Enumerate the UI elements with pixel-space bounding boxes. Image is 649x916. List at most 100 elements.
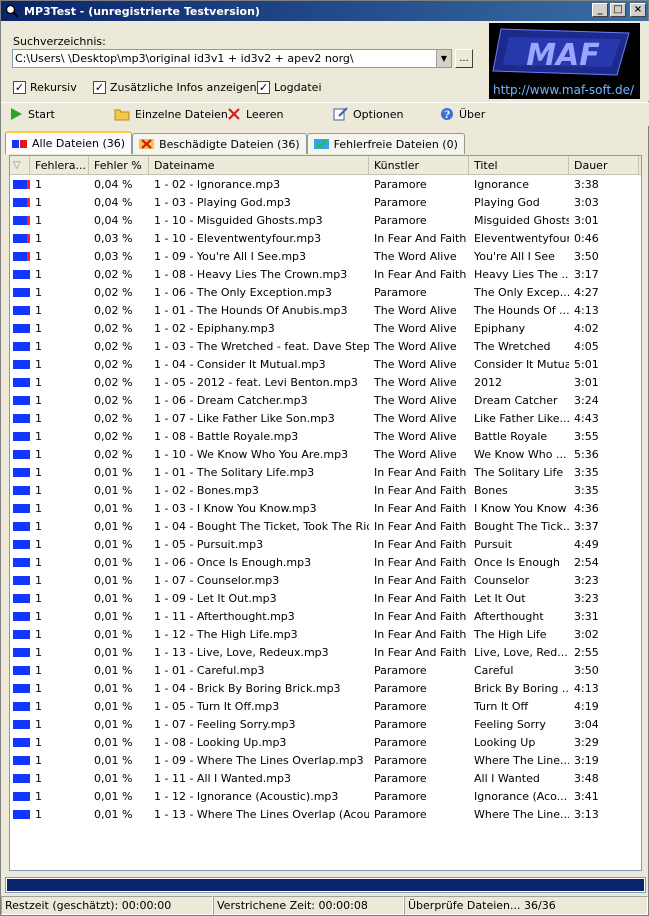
browse-button[interactable]: ... [455,49,473,68]
column-header-artist[interactable]: Künstler [369,156,469,175]
progress-fill [7,879,644,891]
table-row[interactable]: 1 0,04 % 1 - 10 - Misguided Ghosts.mp3 Para… [10,211,641,229]
table-row[interactable]: 1 0,01 % 1 - 11 - All I Wanted.mp3 Paramore… [10,769,641,787]
cell-error-percent: 0,01 % [94,645,133,659]
table-row[interactable]: 1 0,04 % 1 - 02 - Ignorance.mp3 Paramore Ign… [10,175,641,193]
cell-duration: 4:19 [574,699,599,713]
table-row[interactable]: 1 0,01 % 1 - 11 - Afterthought.mp3 In Fear … [10,607,641,625]
cell-duration: 3:23 [574,573,599,587]
column-header-duration[interactable]: Dauer [569,156,639,175]
table-row[interactable]: 1 0,02 % 1 - 04 - Consider It Mutual.mp3 Th… [10,355,641,373]
column-header-error-count[interactable]: Fehlera... [30,156,89,175]
file-list-grid[interactable]: ▽ Fehlera... Fehler % Dateiname Künstler… [9,155,642,871]
table-row[interactable]: 1 0,02 % 1 - 08 - Battle Royale.mp3 The Wor… [10,427,641,445]
cell-error-count: 1 [35,249,42,263]
tab-error-free-files[interactable]: Fehlerfreie Dateien (0) [306,133,465,154]
maf-logo: MAF [492,28,630,76]
table-row[interactable]: 1 0,01 % 1 - 01 - Careful.mp3 Paramore Caref… [10,661,641,679]
close-button[interactable]: × [630,3,646,17]
table-row[interactable]: 1 0,01 % 1 - 09 - Where The Lines Overlap.… [10,751,641,769]
table-row[interactable]: 1 0,01 % 1 - 12 - The High Life.mp3 In Fear… [10,625,641,643]
cell-duration: 3:01 [574,213,599,227]
table-row[interactable]: 1 0,01 % 1 - 07 - Counselor.mp3 In Fear And… [10,571,641,589]
cell-artist: In Fear And Faith [374,627,467,641]
row-status-cell [10,463,30,481]
table-row[interactable]: 1 0,01 % 1 - 13 - Where The Lines Overlap … [10,805,641,823]
cell-error-percent: 0,02 % [94,339,133,353]
cell-duration: 4:02 [574,321,599,335]
column-header-filename[interactable]: Dateiname [149,156,369,175]
cell-duration: 0:46 [574,231,599,245]
cell-title: I Know You Know [474,501,567,515]
cell-error-count: 1 [35,213,42,227]
table-row[interactable]: 1 0,01 % 1 - 07 - Feeling Sorry.mp3 Paramor… [10,715,641,733]
search-path-value[interactable]: C:\Users\ \Desktop\mp3\original id3v1 + … [13,52,436,65]
cell-duration: 3:17 [574,267,599,281]
table-row[interactable]: 1 0,02 % 1 - 02 - Epiphany.mp3 The Word Ali… [10,319,641,337]
clear-button[interactable]: Leeren [227,107,284,121]
table-row[interactable]: 1 0,02 % 1 - 07 - Like Father Like Son.mp3… [10,409,641,427]
recursive-checkbox[interactable]: ✓ Rekursiv [13,81,77,94]
table-row[interactable]: 1 0,01 % 1 - 02 - Bones.mp3 In Fear And Fai… [10,481,641,499]
table-row[interactable]: 1 0,02 % 1 - 10 - We Know Who You Are.mp3 T… [10,445,641,463]
logfile-checkbox[interactable]: ✓ Logdatei [257,81,322,94]
table-row[interactable]: 1 0,01 % 1 - 05 - Turn It Off.mp3 Paramore T… [10,697,641,715]
cell-error-percent: 0,02 % [94,267,133,281]
checkbox-check-icon[interactable]: ✓ [93,81,106,94]
column-header-error-percent[interactable]: Fehler % [89,156,149,175]
table-row[interactable]: 1 0,01 % 1 - 05 - Pursuit.mp3 In Fear And F… [10,535,641,553]
table-row[interactable]: 1 0,02 % 1 - 08 - Heavy Lies The Crown.mp3… [10,265,641,283]
cell-error-count: 1 [35,483,42,497]
about-button[interactable]: ? Über [440,107,485,121]
chevron-down-icon[interactable]: ▼ [436,50,451,67]
sort-indicator-icon[interactable]: ▽ [10,156,30,175]
minimize-button[interactable]: _ [592,3,608,17]
table-row[interactable]: 1 0,01 % 1 - 06 - Once Is Enough.mp3 In Fea… [10,553,641,571]
table-row[interactable]: 1 0,01 % 1 - 04 - Brick By Boring Brick.mp… [10,679,641,697]
table-row[interactable]: 1 0,02 % 1 - 03 - The Wretched - feat. Dav… [10,337,641,355]
table-row[interactable]: 1 0,03 % 1 - 10 - Eleventwentyfour.mp3 In F… [10,229,641,247]
website-link[interactable]: http://www.maf-soft.de/ [493,83,634,97]
table-row[interactable]: 1 0,03 % 1 - 09 - You're All I See.mp3 The … [10,247,641,265]
title-bar[interactable]: MP3Test - (unregistrierte Testversion) _… [1,1,648,21]
tab-all-files[interactable]: Alle Dateien (36) [5,131,133,154]
table-row[interactable]: 1 0,01 % 1 - 09 - Let It Out.mp3 In Fear An… [10,589,641,607]
row-status-cell [10,265,30,283]
cell-error-percent: 0,02 % [94,285,133,299]
extra-info-checkbox[interactable]: ✓ Zusätzliche Infos anzeigen [93,81,257,94]
single-files-button[interactable]: Einzelne Dateien [114,107,228,121]
table-row[interactable]: 1 0,02 % 1 - 06 - The Only Exception.mp3 Pa… [10,283,641,301]
cell-duration: 3:02 [574,627,599,641]
table-row[interactable]: 1 0,01 % 1 - 12 - Ignorance (Acoustic).mp3… [10,787,641,805]
table-row[interactable]: 1 0,02 % 1 - 06 - Dream Catcher.mp3 The Wor… [10,391,641,409]
table-row[interactable]: 1 0,04 % 1 - 03 - Playing God.mp3 Paramore P… [10,193,641,211]
table-row[interactable]: 1 0,01 % 1 - 13 - Live, Love, Redeux.mp3 In… [10,643,641,661]
table-row[interactable]: 1 0,02 % 1 - 01 - The Hounds Of Anubis.mp3… [10,301,641,319]
table-row[interactable]: 1 0,01 % 1 - 08 - Looking Up.mp3 Paramore Lo… [10,733,641,751]
cell-artist: The Word Alive [374,303,457,317]
tab-error-free-files-label: Fehlerfreie Dateien (0) [333,137,458,151]
logo-text: MAF [526,38,600,73]
cell-duration: 3:31 [574,609,599,623]
cell-error-percent: 0,01 % [94,717,133,731]
start-button[interactable]: Start [9,107,55,121]
column-header-title[interactable]: Titel [469,156,569,175]
table-row[interactable]: 1 0,01 % 1 - 04 - Bought The Ticket, Took … [10,517,641,535]
checkbox-check-icon[interactable]: ✓ [257,81,270,94]
tab-damaged-files[interactable]: Beschädigte Dateien (36) [132,133,307,154]
cell-error-count: 1 [35,789,42,803]
status-elapsed-time: Verstrichene Zeit: 00:00:08 [213,896,404,915]
table-row[interactable]: 1 0,01 % 1 - 03 - I Know You Know.mp3 In Fe… [10,499,641,517]
row-status-cell [10,625,30,643]
cell-filename: 1 - 03 - I Know You Know.mp3 [154,501,317,515]
table-row[interactable]: 1 0,01 % 1 - 01 - The Solitary Life.mp3 In … [10,463,641,481]
search-path-combo[interactable]: C:\Users\ \Desktop\mp3\original id3v1 + … [12,49,452,68]
options-button[interactable]: Optionen [333,107,403,121]
checkbox-check-icon[interactable]: ✓ [13,81,26,94]
table-row[interactable]: 1 0,02 % 1 - 05 - 2012 - feat. Levi Benton… [10,373,641,391]
maximize-button[interactable]: □ [610,3,626,17]
tab-strip: Alle Dateien (36) Beschädigte Dateien (3… [5,131,465,154]
cell-artist: The Word Alive [374,357,457,371]
row-status-cell [10,337,30,355]
cell-artist: Paramore [374,753,427,767]
